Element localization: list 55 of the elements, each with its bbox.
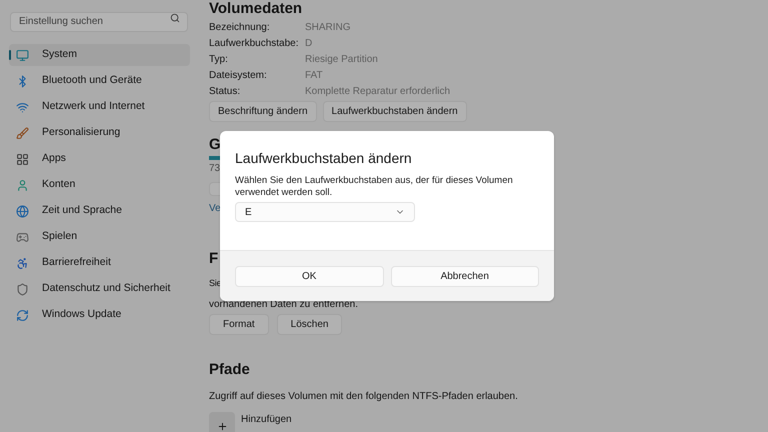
plus-icon xyxy=(216,421,228,432)
search-icon[interactable] xyxy=(170,13,180,23)
dialog-button[interactable]: Abbrechen xyxy=(390,266,539,286)
search-field[interactable]: Einstellung suchen xyxy=(10,12,188,32)
field-value: D xyxy=(305,36,312,50)
dialog-description: Wählen Sie den Laufwerkbuchstaben aus, der für dieses Volumen verwendet werden soll. xyxy=(235,175,514,199)
dialog-title: Laufwerkbuchstaben ändern xyxy=(235,149,412,168)
action-button[interactable]: Format xyxy=(209,314,269,335)
field-value: SHARING xyxy=(305,20,351,34)
action-button[interactable]: Löschen xyxy=(276,314,342,335)
link[interactable]: Ve xyxy=(209,201,221,216)
add-label: Hinzufügen xyxy=(241,413,292,427)
action-button[interactable]: Laufwerkbuchstaben ändern xyxy=(322,101,467,122)
nav-item[interactable]: Personalisierung xyxy=(9,122,190,144)
storage-bar xyxy=(209,156,220,160)
nav-item[interactable]: Zeit und Sprache xyxy=(9,200,190,222)
person-icon xyxy=(16,178,29,192)
nav-item[interactable]: Apps xyxy=(9,148,190,170)
nav-item[interactable]: Netzwerk und Internet xyxy=(9,96,190,118)
nav-item[interactable]: Windows Update xyxy=(9,304,190,326)
field-label: Typ: xyxy=(209,52,229,66)
globe-icon xyxy=(16,204,29,218)
update-icon xyxy=(16,308,29,322)
nav-item[interactable]: Barrierefreiheit xyxy=(9,252,190,274)
brush-icon xyxy=(16,126,29,140)
size-reading: 73 xyxy=(209,162,220,176)
nav-item[interactable]: Spielen xyxy=(9,226,190,248)
accessibility-icon xyxy=(16,256,29,270)
action-button[interactable]: Beschriftung ändern xyxy=(209,101,317,122)
nav-item[interactable]: Bluetooth und Geräte xyxy=(9,70,190,92)
nav-item[interactable]: System xyxy=(9,44,190,66)
apps-icon xyxy=(16,152,29,166)
gamepad-icon xyxy=(16,230,29,244)
drive-letter-select[interactable]: E xyxy=(235,202,415,222)
section-heading: Volumedaten xyxy=(209,0,302,18)
section-heading: F xyxy=(209,250,218,268)
field-value: Komplette Reparatur erforderlich xyxy=(305,84,450,98)
field-value: FAT xyxy=(305,68,323,82)
wifi-icon xyxy=(16,100,29,114)
nav-item[interactable]: Konten xyxy=(9,174,190,196)
shield-icon xyxy=(16,282,29,296)
add-button[interactable] xyxy=(209,412,235,432)
field-label: Laufwerkbuchstabe: xyxy=(209,36,300,50)
bluetooth-icon xyxy=(16,74,29,88)
dialog-button[interactable]: OK xyxy=(235,266,384,286)
section-heading: Pfade xyxy=(209,361,250,379)
section-heading: G xyxy=(209,136,221,154)
field-label: Status: xyxy=(209,84,242,98)
description-text: Zugriff auf dieses Volumen mit den folgenden NTFS-Pfaden erlauben. xyxy=(209,390,518,404)
button-edge[interactable] xyxy=(209,182,221,196)
field-label: Bezeichnung: xyxy=(209,20,271,34)
nav-item[interactable]: Datenschutz und Sicherheit xyxy=(9,278,190,300)
monitor-icon xyxy=(16,48,29,62)
field-label: Dateisystem: xyxy=(209,68,268,82)
field-value: Riesige Partition xyxy=(305,52,378,66)
